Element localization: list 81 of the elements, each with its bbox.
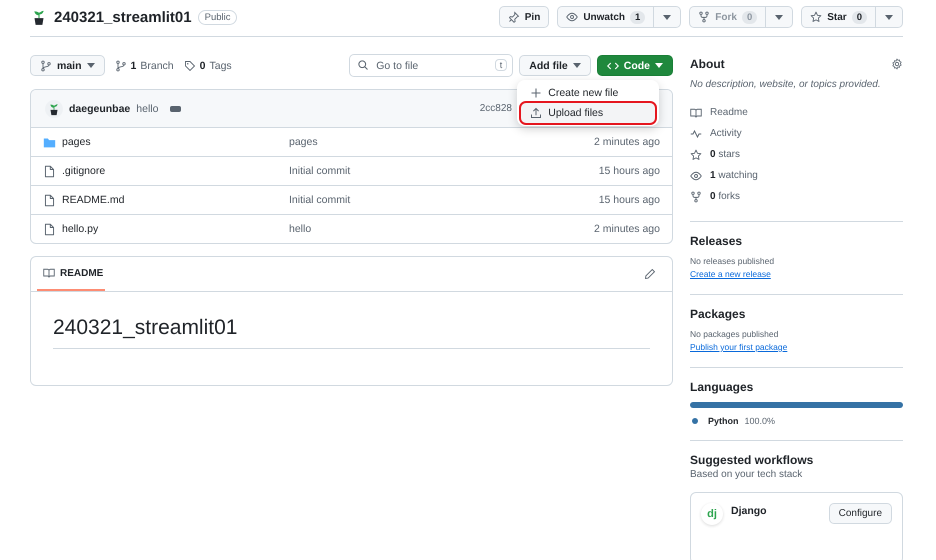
repo-description: No description, website, or topics provided.: [690, 79, 882, 90]
book-icon: [690, 106, 702, 118]
file-time: 15 hours ago: [598, 165, 660, 177]
pencil-icon[interactable]: [644, 268, 656, 280]
workflow-logo: dj: [701, 503, 723, 525]
ellipsis-icon[interactable]: [170, 106, 182, 112]
file-time: 2 minutes ago: [594, 136, 660, 148]
star-icon: [690, 148, 702, 160]
section-title: Suggested workflows: [690, 453, 814, 467]
tags-link[interactable]: 0 Tags: [184, 60, 232, 72]
commit-hash[interactable]: 2cc828: [480, 103, 512, 114]
branch-icon: [114, 60, 127, 72]
empty-note: No packages published: [690, 329, 780, 339]
count-label: 1: [630, 10, 646, 24]
file-icon: [43, 194, 56, 206]
eye-icon: [566, 11, 578, 23]
fork-icon: [698, 11, 710, 23]
file-commit-message[interactable]: Initial commit: [289, 194, 350, 206]
file-icon: [43, 222, 56, 236]
branch-select[interactable]: main: [30, 55, 105, 76]
about-link[interactable]: 0 forks: [710, 191, 740, 202]
star-icon: [810, 11, 822, 23]
workflow-name: Django: [731, 504, 768, 517]
file-name[interactable]: README.md: [62, 194, 124, 206]
file-commit-message[interactable]: hello: [289, 223, 312, 235]
code-button[interactable]: Code: [596, 55, 673, 76]
about-link[interactable]: 1 watching: [710, 170, 758, 181]
about-link[interactable]: 0 stars: [710, 149, 740, 160]
caret-icon: [885, 14, 893, 20]
menu-item[interactable]: Create new file: [521, 83, 656, 103]
configure-button[interactable]: Configure: [828, 503, 892, 524]
fork-icon: [690, 190, 702, 202]
pulse-icon: [690, 128, 702, 140]
commit-author[interactable]: daegeunbae: [69, 102, 130, 114]
section-title: About: [690, 57, 725, 71]
tag-icon: [184, 60, 196, 72]
menu-item[interactable]: Upload files: [521, 103, 656, 123]
file-name[interactable]: .gitignore: [62, 165, 106, 177]
section-subtitle: Based on your tech stack: [690, 469, 804, 480]
book-icon: [43, 267, 55, 279]
branch-icon: [40, 60, 52, 72]
language-name[interactable]: Python: [708, 416, 738, 426]
file-time: 15 hours ago: [598, 194, 660, 206]
file-name[interactable]: hello.py: [62, 223, 98, 235]
plus-icon: [530, 87, 542, 99]
section-title[interactable]: Releases: [690, 234, 742, 248]
settings-icon[interactable]: [891, 58, 903, 70]
folder-icon: [43, 136, 56, 148]
file-commit-message[interactable]: pages: [289, 136, 318, 148]
count-label: 0: [852, 10, 867, 24]
upload-icon: [530, 107, 542, 119]
readme-heading: 240321_streamlit01: [53, 316, 650, 349]
about-link[interactable]: Readme: [710, 107, 748, 118]
shortcut-key: t: [494, 59, 508, 71]
section-link[interactable]: Publish your first package: [690, 342, 788, 352]
repo-name[interactable]: 240321_streamlit01: [54, 8, 192, 26]
code-icon: [606, 60, 619, 72]
file-icon: [43, 164, 56, 178]
caret-icon: [663, 14, 672, 20]
visibility-label: Public: [198, 10, 238, 24]
caret-icon: [655, 63, 663, 68]
file-name[interactable]: pages: [62, 136, 91, 148]
section-title[interactable]: Packages: [690, 307, 746, 321]
eye-icon: [690, 170, 702, 182]
commit-message[interactable]: hello: [136, 102, 158, 114]
branches-link[interactable]: 1 Branch: [114, 60, 174, 72]
language-percent: 100.0%: [744, 416, 776, 426]
caret-icon: [572, 63, 581, 68]
about-link[interactable]: Activity: [710, 128, 742, 139]
caret-icon: [775, 14, 784, 20]
pin-icon: [508, 11, 520, 23]
section-link[interactable]: Create a new release: [690, 269, 771, 279]
file-time: 2 minutes ago: [594, 223, 660, 235]
section-title: Languages: [690, 380, 754, 394]
repo-action-button[interactable]: Pin: [500, 7, 548, 27]
empty-note: No releases published: [690, 256, 776, 266]
count-label: 0: [742, 10, 758, 24]
file-commit-message[interactable]: Initial commit: [289, 165, 350, 177]
readme-tab[interactable]: README: [37, 257, 105, 291]
add-file-button[interactable]: Add file: [519, 55, 591, 76]
caret-icon: [86, 63, 95, 68]
